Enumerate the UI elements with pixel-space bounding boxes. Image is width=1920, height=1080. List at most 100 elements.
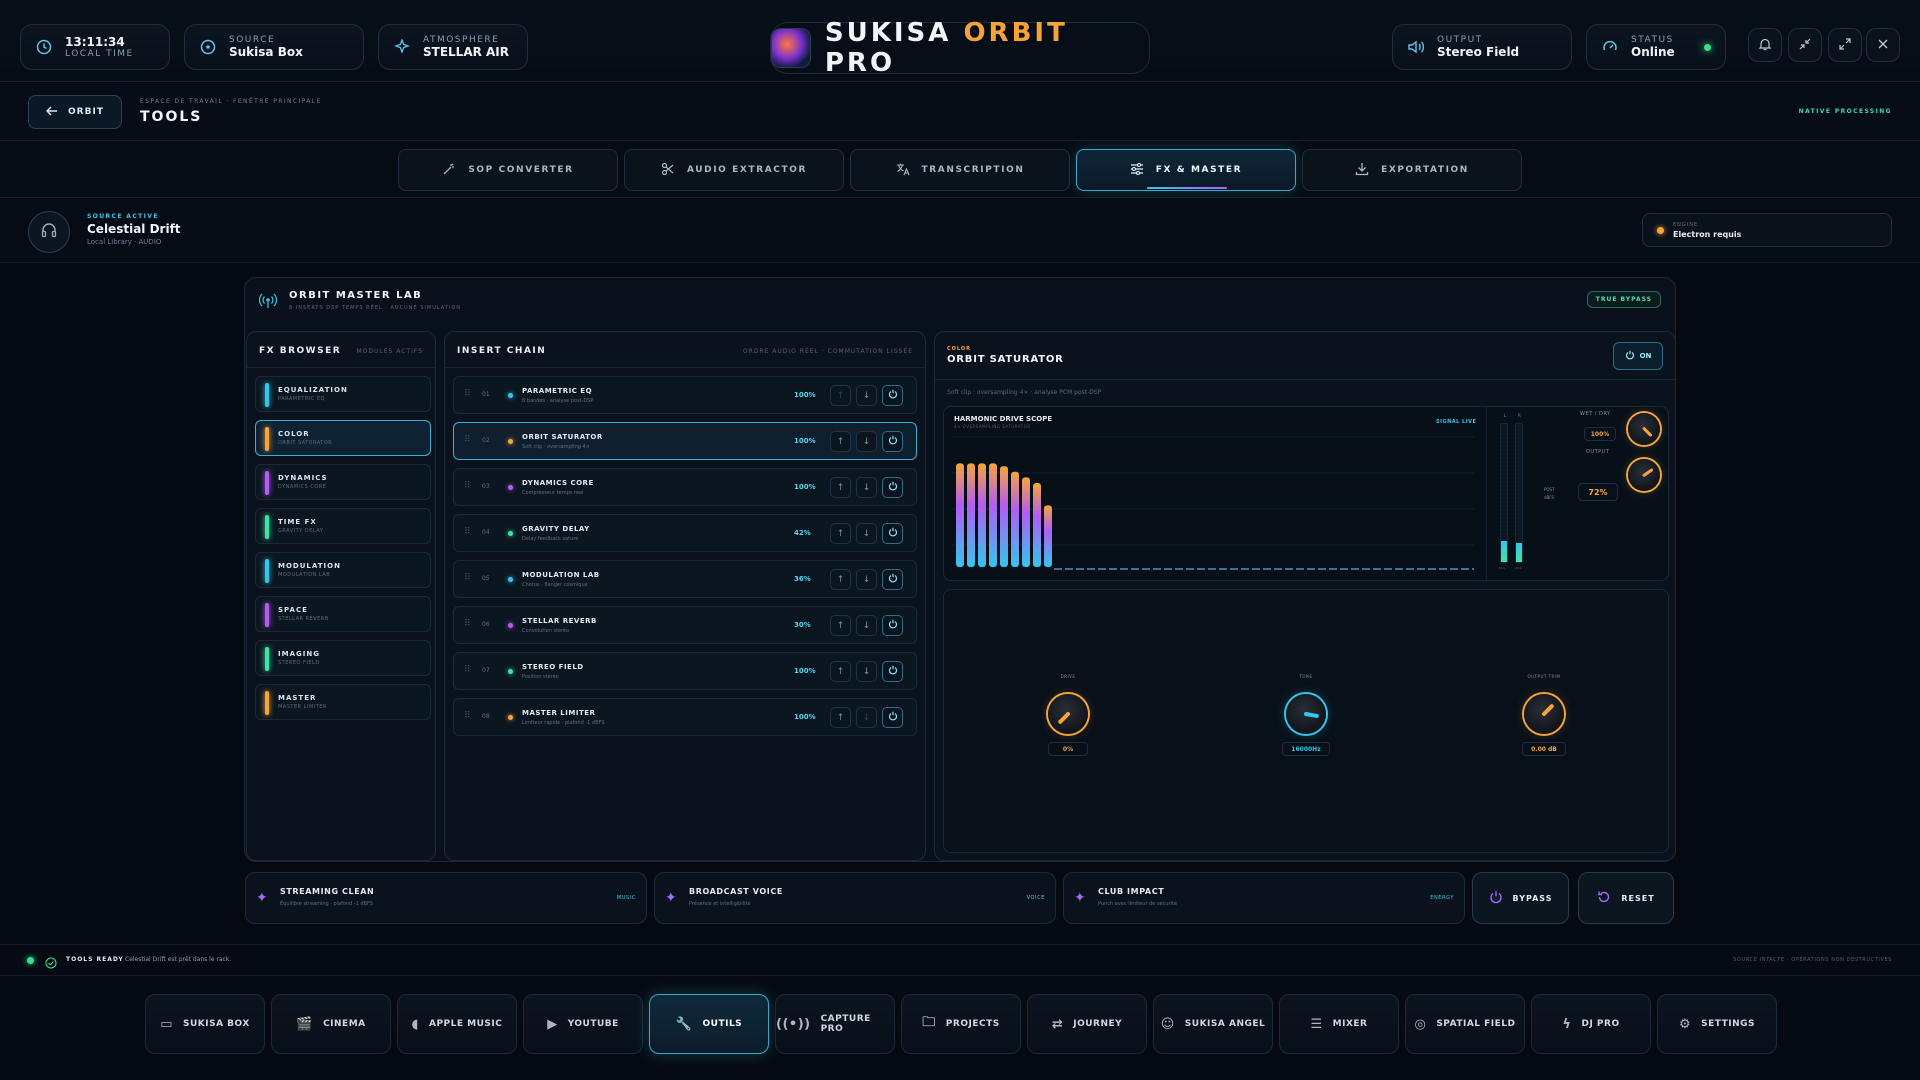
preset-club-impact[interactable]: ✦ CLUB IMPACT Punch avec limiteur de sécur… — [1063, 872, 1465, 924]
fx-category-dynamics[interactable]: DYNAMICS DYNAMICS CORE — [255, 464, 431, 500]
source-title: Celestial Drift — [87, 222, 181, 236]
insert-row-stereo-field[interactable]: ⠿ 07 STEREO FIELD Position stéréo 100% ↑ ↓ — [453, 652, 917, 690]
drag-handle-icon[interactable]: ⠿ — [464, 573, 471, 583]
drag-handle-icon[interactable]: ⠿ — [464, 435, 471, 445]
output-value[interactable]: 72% — [1578, 483, 1618, 501]
move-up-button[interactable]: ↑ — [830, 661, 851, 682]
collapse-button[interactable] — [1788, 28, 1822, 62]
output-knob[interactable] — [1628, 459, 1660, 491]
drag-handle-icon[interactable]: ⠿ — [464, 619, 471, 629]
fullscreen-button[interactable] — [1828, 28, 1862, 62]
fx-category-modulation[interactable]: MODULATION MODULATION LAB — [255, 552, 431, 588]
source-widget[interactable]: SOURCE Sukisa Box — [184, 24, 364, 70]
nav-settings[interactable]: ⚙ SETTINGS — [1657, 994, 1777, 1054]
tab-exportation[interactable]: EXPORTATION — [1302, 149, 1522, 191]
insert-power-button[interactable] — [882, 615, 903, 636]
drag-handle-icon[interactable]: ⠿ — [464, 389, 471, 399]
nav-sukisa-box[interactable]: ▭ SUKISA BOX — [145, 994, 265, 1054]
move-up-button[interactable]: ↑ — [830, 523, 851, 544]
move-up-button[interactable]: ↑ — [830, 707, 851, 728]
drive-knob[interactable] — [1048, 694, 1088, 734]
source-kicker: SOURCE ACTIVE — [87, 213, 159, 220]
tab-fx-master[interactable]: FX & MASTER — [1076, 149, 1296, 191]
insert-row-parametric-eq[interactable]: ⠿ 01 PARAMETRIC EQ 8 bandes · analyse post-… — [453, 376, 917, 414]
reset-button[interactable]: RESET — [1578, 872, 1674, 924]
move-down-button[interactable]: ↓ — [856, 569, 877, 590]
scope-bar — [956, 463, 964, 567]
move-down-button[interactable]: ↓ — [856, 431, 877, 452]
fx-category-time-fx[interactable]: TIME FX GRAVITY DELAY — [255, 508, 431, 544]
nav-spatial-field[interactable]: ◎ SPATIAL FIELD — [1405, 994, 1525, 1054]
close-button[interactable] — [1866, 28, 1900, 62]
insert-power-button[interactable] — [882, 385, 903, 406]
nav-sukisa-angel[interactable]: ☺ SUKISA ANGEL — [1153, 994, 1273, 1054]
nav-cinema[interactable]: 🎬 CINEMA — [271, 994, 391, 1054]
meter-l-label: L — [1504, 413, 1507, 418]
drag-handle-icon[interactable]: ⠿ — [464, 481, 471, 491]
tab-audio-extractor[interactable]: AUDIO EXTRACTOR — [624, 149, 844, 191]
nav-journey[interactable]: ⇄ JOURNEY — [1027, 994, 1147, 1054]
preset-streaming-clean[interactable]: ✦ STREAMING CLEAN Équilibre streaming · pl… — [245, 872, 647, 924]
nav-mixer[interactable]: ☰ MIXER — [1279, 994, 1399, 1054]
preset-broadcast-voice[interactable]: ✦ BROADCAST VOICE Présence et intelligibil… — [654, 872, 1056, 924]
fx-category-master[interactable]: MASTER MASTER LIMITER — [255, 684, 431, 720]
fx-category-imaging[interactable]: IMAGING STEREO FIELD — [255, 640, 431, 676]
drag-handle-icon[interactable]: ⠿ — [464, 527, 471, 537]
fx-category-color[interactable]: COLOR ORBIT SATURATOR — [255, 420, 431, 456]
insert-row-modulation-lab[interactable]: ⠿ 05 MODULATION LAB Chorus · flanger cosmiq… — [453, 560, 917, 598]
move-down-button[interactable]: ↓ — [856, 615, 877, 636]
nav-projects[interactable]: 🗀 PROJECTS — [901, 994, 1021, 1054]
insert-power-button[interactable] — [882, 431, 903, 452]
meter-r-label: R — [1518, 413, 1521, 418]
bypass-button[interactable]: BYPASS — [1472, 872, 1569, 924]
nav-dj-pro[interactable]: ϟ DJ PRO — [1531, 994, 1651, 1054]
insert-power-button[interactable] — [882, 477, 903, 498]
insert-power-button[interactable] — [882, 707, 903, 728]
insert-row-master-limiter[interactable]: ⠿ 08 MASTER LIMITER Limiteur rapide · plafo… — [453, 698, 917, 736]
insert-row-orbit-saturator[interactable]: ⠿ 02 ORBIT SATURATOR Soft clip · oversampli… — [453, 422, 917, 460]
fx-category-space[interactable]: SPACE STELLAR REVERB — [255, 596, 431, 632]
back-button[interactable]: ORBIT — [28, 95, 122, 129]
move-down-button[interactable]: ↓ — [856, 707, 877, 728]
wet-dry-knob[interactable] — [1628, 413, 1660, 445]
insert-row-stellar-reverb[interactable]: ⠿ 06 STELLAR REVERB Convolution stéréo 30% ↑ ↓ — [453, 606, 917, 644]
output-trim-knob[interactable] — [1524, 694, 1564, 734]
insert-number: 03 — [482, 483, 490, 490]
move-up-button[interactable]: ↑ — [830, 477, 851, 498]
tone-knob[interactable] — [1286, 694, 1326, 734]
sliders-icon — [1130, 162, 1144, 179]
insert-power-button[interactable] — [882, 661, 903, 682]
nav-youtube[interactable]: ▶ YOUTUBE — [523, 994, 643, 1054]
wand-icon — [442, 162, 456, 179]
drag-handle-icon[interactable]: ⠿ — [464, 711, 471, 721]
move-down-button[interactable]: ↓ — [856, 661, 877, 682]
output-widget[interactable]: OUTPUT Stereo Field — [1392, 24, 1572, 70]
true-bypass-badge[interactable]: TRUE BYPASS — [1586, 291, 1661, 308]
insert-row-gravity-delay[interactable]: ⠿ 04 GRAVITY DELAY Delay feedback saturé 42%… — [453, 514, 917, 552]
tab-transcription[interactable]: TRANSCRIPTION — [850, 149, 1070, 191]
arrow-up-icon: ↑ — [836, 436, 845, 447]
insert-power-button[interactable] — [882, 569, 903, 590]
tab-label: FX & MASTER — [1155, 165, 1243, 175]
move-up-button[interactable]: ↑ — [830, 385, 851, 406]
move-up-button[interactable]: ↑ — [830, 615, 851, 636]
harmonic-drive-scope: HARMONIC DRIVE SCOPE 4× OVERSAMPLING SAT… — [943, 406, 1669, 581]
tone-label: TONE — [1299, 674, 1313, 679]
saturator-on-button[interactable]: ON — [1613, 342, 1663, 370]
move-down-button[interactable]: ↓ — [856, 523, 877, 544]
wet-dry-value[interactable]: 100% — [1584, 427, 1616, 441]
fx-category-equalization[interactable]: EQUALIZATION PARAMETRIC EQ — [255, 376, 431, 412]
tab-sop-converter[interactable]: SOP CONVERTER — [398, 149, 618, 191]
insert-row-dynamics-core[interactable]: ⠿ 03 DYNAMICS CORE Compresseur temps réel 10… — [453, 468, 917, 506]
atmosphere-widget[interactable]: ATMOSPHERE STELLAR AIR — [378, 24, 528, 70]
move-down-button[interactable]: ↓ — [856, 477, 877, 498]
nav-apple-music[interactable]: ◖ APPLE MUSIC — [397, 994, 517, 1054]
move-up-button[interactable]: ↑ — [830, 431, 851, 452]
insert-power-button[interactable] — [882, 523, 903, 544]
move-up-button[interactable]: ↑ — [830, 569, 851, 590]
nav-capture-pro[interactable]: ((•)) CAPTURE PRO — [775, 994, 895, 1054]
move-down-button[interactable]: ↓ — [856, 385, 877, 406]
nav-outils[interactable]: 🔧 OUTILS — [649, 994, 769, 1054]
notifications-button[interactable] — [1748, 28, 1782, 62]
drag-handle-icon[interactable]: ⠿ — [464, 665, 471, 675]
